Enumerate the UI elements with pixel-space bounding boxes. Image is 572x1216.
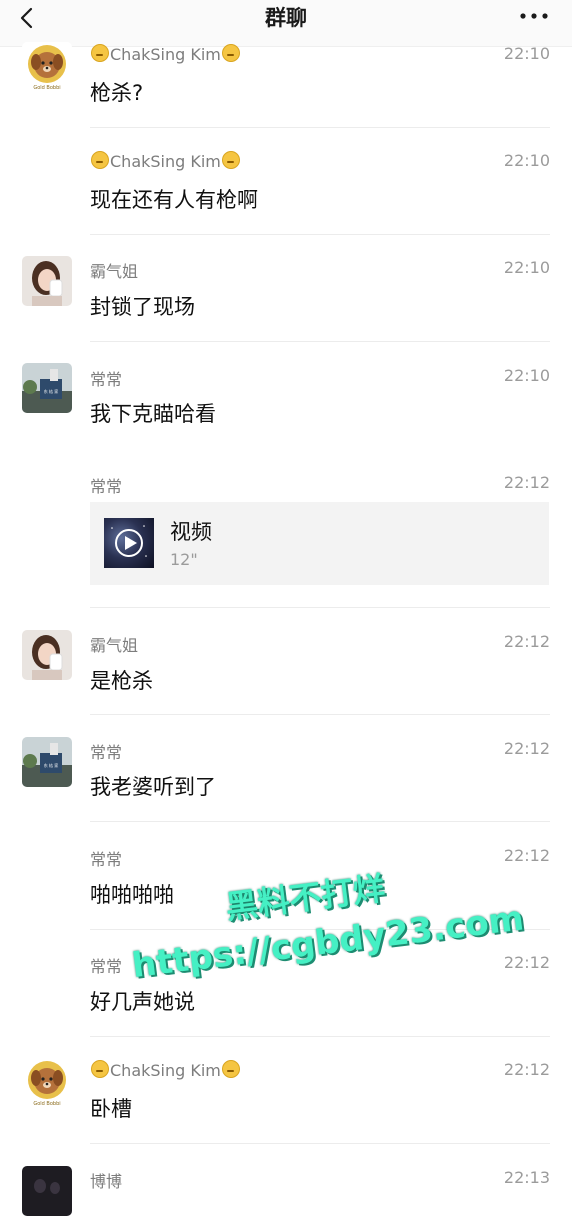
sender-name: ChakSing Kim (90, 1060, 241, 1080)
video-thumbnail[interactable] (104, 518, 154, 568)
sender-name: 霸气姐 (90, 262, 139, 281)
message-text: 我老婆听到了 (90, 775, 216, 799)
dog-icon: Gold Bobbi (22, 42, 72, 92)
message-text: 啪啪啪啪 (90, 883, 174, 907)
avatar-changchang[interactable]: 东 桔 家 (22, 737, 72, 787)
avatar-sign-text: 东 桔 家 (44, 762, 59, 768)
sender-name: 常常 (90, 743, 123, 762)
grin-emoji-icon (91, 151, 109, 169)
avatar-baqijie[interactable] (22, 256, 72, 306)
divider (90, 127, 550, 128)
grin-emoji-icon (91, 44, 109, 62)
grin-emoji-icon (221, 151, 240, 169)
message-time: 22:12 (503, 953, 550, 972)
avatar-logo-text: Gold Bobbi (33, 85, 60, 91)
sender-name: ChakSing Kim (90, 44, 241, 64)
dark-photo (22, 1166, 72, 1216)
dog-icon: Gold Bobbi (22, 1058, 72, 1108)
divider (90, 1143, 550, 1144)
avatar-logo-text: Gold Bobbi (33, 1101, 60, 1107)
portrait-photo (22, 256, 72, 306)
sender-name: 常常 (90, 477, 123, 496)
divider (90, 714, 550, 715)
divider (90, 234, 550, 235)
divider (90, 1036, 550, 1037)
message-time: 22:12 (503, 739, 550, 758)
avatar-goldbobbi[interactable]: Gold Bobbi (22, 1058, 72, 1108)
divider (90, 821, 550, 822)
message-time: 22:10 (503, 366, 550, 385)
divider (90, 929, 550, 930)
page-title: 群聊 (265, 6, 307, 30)
message-text: 现在还有人有枪啊 (90, 188, 258, 212)
grin-emoji-icon (91, 1060, 109, 1078)
divider (90, 607, 550, 608)
sender-name: 常常 (90, 957, 123, 976)
avatar-sign-text: 东 桔 家 (44, 388, 59, 394)
sender-name: ChakSing Kim (90, 151, 241, 171)
message-text: 封锁了现场 (90, 295, 195, 319)
message-time: 22:12 (503, 473, 550, 492)
chat-header: 群聊 (0, 0, 572, 47)
divider (90, 341, 550, 342)
message-time: 22:12 (503, 632, 550, 651)
video-message[interactable]: 视频 12" (90, 502, 549, 585)
message-text: 枪杀? (90, 81, 144, 105)
message-time: 22:13 (503, 1168, 550, 1187)
message-time: 22:10 (503, 258, 550, 277)
message-time: 22:12 (503, 1060, 550, 1079)
play-icon[interactable] (104, 518, 154, 568)
street-photo: 东 桔 家 (22, 737, 72, 787)
grin-emoji-icon (221, 44, 240, 62)
video-duration: 12" (170, 550, 198, 569)
message-time: 22:12 (503, 846, 550, 865)
sender-name: 霸气姐 (90, 636, 139, 655)
sender-name: 常常 (90, 370, 123, 389)
watermark-title: 黑料不打烊 (223, 869, 388, 927)
message-text: 是枪杀 (90, 669, 153, 693)
portrait-photo (22, 630, 72, 680)
message-text: 我下克瞄哈看 (90, 402, 216, 426)
message-text: 卧槽 (90, 1097, 132, 1121)
video-title: 视频 (170, 520, 212, 544)
message-text: 好几声她说 (90, 990, 195, 1014)
avatar-changchang[interactable]: 东 桔 家 (22, 363, 72, 413)
more-dots-icon[interactable] (518, 4, 550, 24)
avatar-goldbobbi[interactable]: Gold Bobbi (22, 42, 72, 92)
avatar-baqijie[interactable] (22, 630, 72, 680)
message-time: 22:10 (503, 44, 550, 63)
watermark-url: https://cgbdy23.com (129, 898, 527, 987)
sender-name: 博博 (90, 1172, 123, 1191)
message-time: 22:10 (503, 151, 550, 170)
grin-emoji-icon (221, 1060, 240, 1078)
avatar-bobo[interactable] (22, 1166, 72, 1216)
sender-name: 常常 (90, 850, 123, 869)
street-photo: 东 桔 家 (22, 363, 72, 413)
